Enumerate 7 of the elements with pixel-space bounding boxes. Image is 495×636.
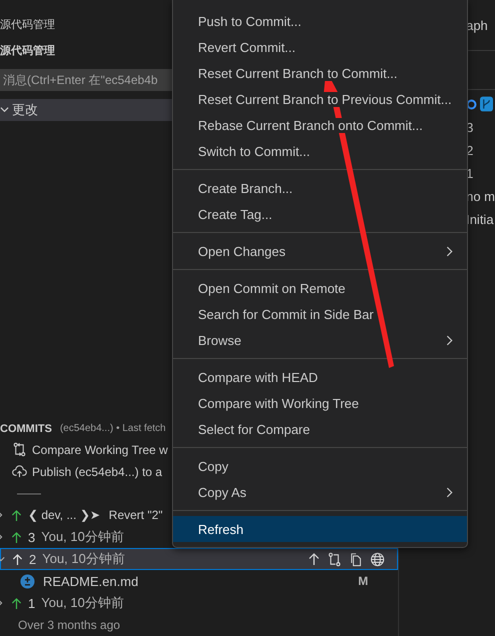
section-title: 源代码管理 [0,44,55,58]
commits-title: COMMITS [0,422,52,435]
divider-label: —— [17,486,41,500]
panel-title: 源代码管理 [0,18,55,32]
commits-description: (ec54eb4...) • Last fetch [60,423,166,434]
history-label: Over 3 months ago [18,618,120,632]
file-status: M [358,574,368,588]
